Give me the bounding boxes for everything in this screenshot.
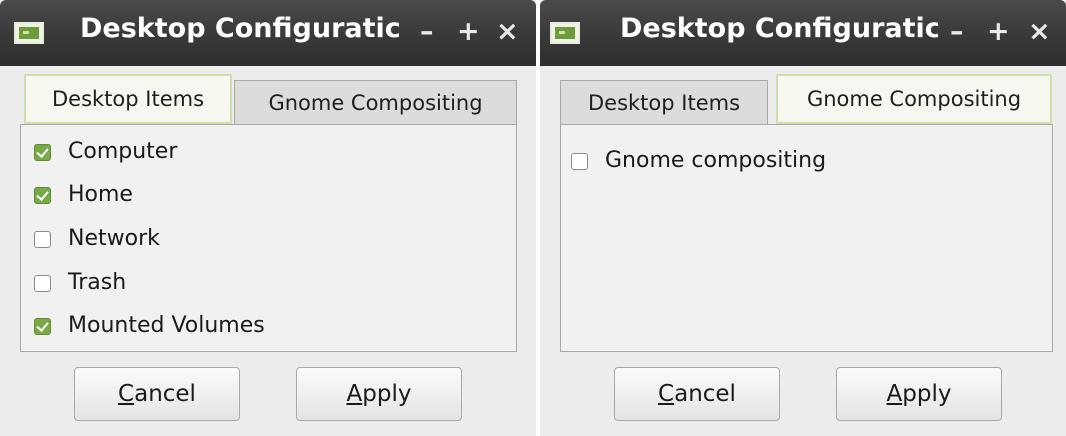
window-title: Desktop Configuratic	[620, 13, 938, 44]
checkbox-checked-icon[interactable]	[34, 144, 51, 161]
checkbox-unchecked-icon[interactable]	[34, 231, 51, 248]
minimize-icon[interactable]: –	[420, 14, 434, 50]
cancel-mnemonic: C	[118, 381, 135, 407]
checkbox-label: Mounted Volumes	[68, 313, 265, 338]
checkbox-label: Gnome compositing	[605, 148, 827, 173]
cancel-button[interactable]: Cancel	[614, 367, 780, 421]
checkbox-label: Home	[68, 182, 133, 207]
checkbox-label: Network	[68, 226, 160, 251]
checkbox-unchecked-icon[interactable]	[571, 153, 588, 170]
minimize-icon[interactable]: –	[950, 14, 964, 50]
apply-button[interactable]: Apply	[296, 367, 462, 421]
titlebar[interactable]: Desktop Configuratic – + ×	[540, 0, 1066, 66]
desktop-config-icon	[14, 22, 44, 44]
tab-desktop-items[interactable]: Desktop Items	[24, 74, 232, 124]
titlebar[interactable]: Desktop Configuratic – + ×	[0, 0, 536, 66]
cancel-button[interactable]: Cancel	[74, 367, 240, 421]
window-title: Desktop Configuratic	[80, 13, 401, 44]
desktop-config-window-2: Desktop Configuratic – + × Desktop Items…	[540, 0, 1066, 436]
cancel-label: ancel	[674, 381, 736, 407]
apply-button[interactable]: Apply	[836, 367, 1002, 421]
apply-label: pply	[362, 381, 412, 407]
checkbox-label: Trash	[68, 270, 127, 295]
tab-desktop-items[interactable]: Desktop Items	[560, 80, 768, 125]
cancel-mnemonic: C	[658, 381, 675, 407]
cancel-label: ancel	[134, 381, 196, 407]
checkbox-unchecked-icon[interactable]	[34, 275, 51, 292]
apply-mnemonic: A	[886, 381, 903, 407]
checkbox-label: Computer	[68, 139, 178, 164]
tab-gnome-compositing[interactable]: Gnome Compositing	[776, 74, 1052, 124]
apply-mnemonic: A	[346, 381, 363, 407]
checkbox-checked-icon[interactable]	[34, 318, 51, 335]
maximize-icon[interactable]: +	[987, 14, 1010, 50]
close-icon[interactable]: ×	[496, 14, 519, 50]
apply-label: pply	[902, 381, 952, 407]
maximize-icon[interactable]: +	[457, 14, 480, 50]
tab-gnome-compositing[interactable]: Gnome Compositing	[234, 80, 517, 125]
close-icon[interactable]: ×	[1028, 14, 1051, 50]
desktop-config-window-1: Desktop Configuratic – + × Desktop Items…	[0, 0, 536, 436]
checkbox-checked-icon[interactable]	[34, 187, 51, 204]
desktop-config-icon	[550, 22, 580, 44]
